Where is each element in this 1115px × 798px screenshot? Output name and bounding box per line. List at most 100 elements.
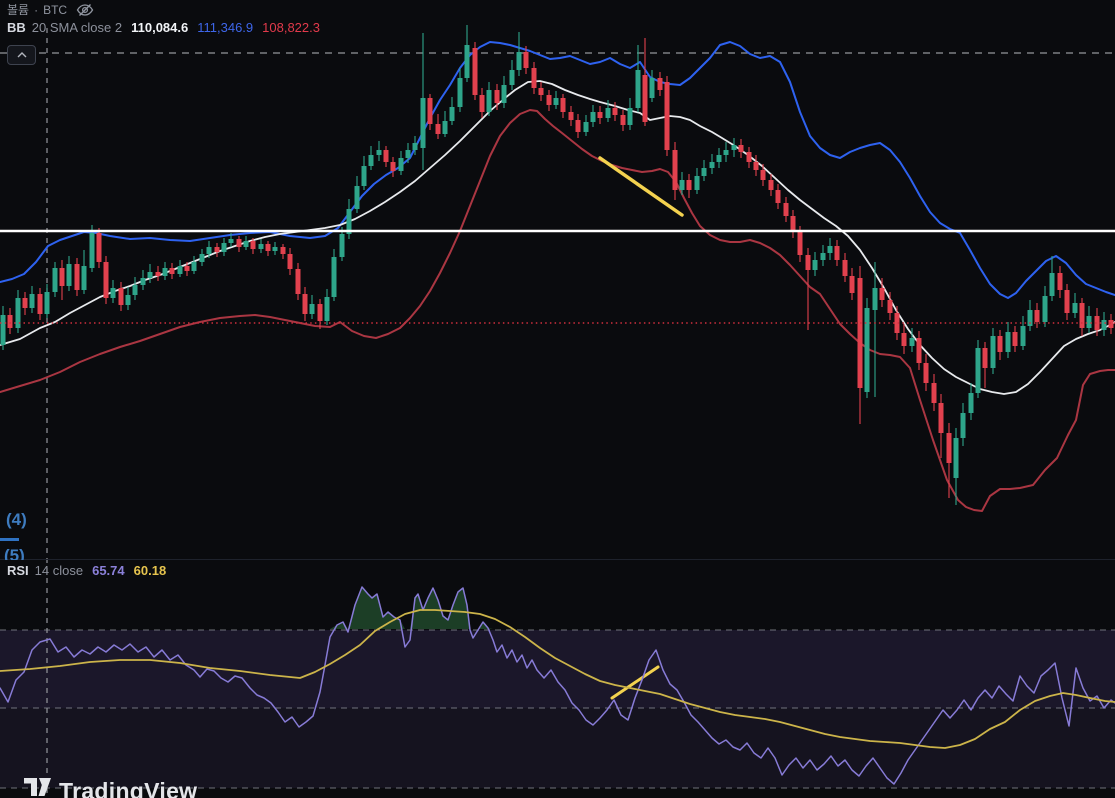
candle-body xyxy=(383,150,389,162)
candle-body xyxy=(494,90,500,103)
candle-body xyxy=(820,253,826,260)
candle-body xyxy=(738,145,744,152)
candle-body xyxy=(449,107,455,121)
candle-body xyxy=(783,203,789,216)
candle-body xyxy=(923,363,929,383)
candle-body xyxy=(221,243,227,252)
candle-body xyxy=(479,95,485,112)
candle-body xyxy=(29,294,35,308)
candle-body xyxy=(627,108,633,125)
candle-body xyxy=(842,260,848,276)
candle-body xyxy=(1049,273,1055,296)
candle-body xyxy=(287,254,293,269)
candle-body xyxy=(324,297,330,321)
candle-body xyxy=(672,150,678,190)
candle-body xyxy=(864,308,870,392)
candle-body xyxy=(412,143,418,150)
candle-body xyxy=(486,90,492,112)
candle-body xyxy=(879,288,885,300)
candle-body xyxy=(457,78,463,107)
candle-body xyxy=(442,121,448,134)
pane-divider xyxy=(0,559,1115,560)
trading-chart-app: 볼륨 · BTC BB 20 SMA close 2 110,084.6 111… xyxy=(0,0,1115,798)
candle-body xyxy=(849,276,855,293)
candle-body xyxy=(760,170,766,180)
chart-canvas[interactable] xyxy=(0,0,1115,798)
candle-body xyxy=(7,315,13,328)
candle-body xyxy=(472,48,478,95)
candle-body xyxy=(531,68,537,88)
candle-body xyxy=(509,70,515,85)
candle-body xyxy=(612,108,618,115)
candle-body xyxy=(960,413,966,438)
candle-body xyxy=(420,98,426,148)
candle-body xyxy=(938,403,944,433)
candle-body xyxy=(331,257,337,297)
candle-body xyxy=(59,268,65,286)
candle-body xyxy=(827,246,833,253)
candle-body xyxy=(523,52,529,68)
candle-body xyxy=(376,150,382,155)
candle-body xyxy=(753,162,759,170)
candle-body xyxy=(155,272,161,276)
candle-body xyxy=(184,266,190,271)
candle-body xyxy=(302,294,308,314)
candle-body xyxy=(775,190,781,203)
rsi-overbought-fill xyxy=(0,587,1115,629)
candle-body xyxy=(258,244,264,249)
candlesticks xyxy=(0,25,1114,505)
candle-body xyxy=(110,288,116,298)
candle-body xyxy=(339,234,345,257)
candle-body xyxy=(1034,310,1040,322)
candle-body xyxy=(1072,303,1078,313)
candle-body xyxy=(243,241,249,247)
candle-body xyxy=(368,155,374,166)
candle-body xyxy=(96,233,102,262)
candle-body xyxy=(272,247,278,251)
candle-body xyxy=(553,98,559,105)
candle-body xyxy=(147,272,153,278)
candle-body xyxy=(968,393,974,413)
candle-body xyxy=(140,278,146,285)
candle-body xyxy=(746,152,752,162)
candle-body xyxy=(118,288,124,305)
candle-body xyxy=(597,112,603,118)
candle-body xyxy=(37,294,43,314)
candle-body xyxy=(990,336,996,368)
eye-off-icon[interactable] xyxy=(76,3,94,17)
candle-body xyxy=(265,244,271,251)
candle-body xyxy=(590,112,596,122)
candle-body xyxy=(81,266,87,290)
chevron-up-icon xyxy=(17,52,26,58)
candle-body xyxy=(575,120,581,132)
tradingview-logo[interactable]: TradingView xyxy=(24,778,197,798)
candle-body xyxy=(398,158,404,171)
candle-body xyxy=(169,268,175,274)
collapse-pane-button[interactable] xyxy=(7,45,36,65)
candle-body xyxy=(723,150,729,155)
candle-body xyxy=(309,304,315,314)
candle-body xyxy=(295,269,301,294)
candle-body xyxy=(74,264,80,290)
candle-body xyxy=(177,266,183,274)
candle-body xyxy=(916,338,922,363)
bb-basis-line xyxy=(0,80,1115,395)
candle-body xyxy=(887,300,893,313)
candle-body xyxy=(405,150,411,158)
candle-body xyxy=(464,45,470,78)
candle-body xyxy=(805,255,811,270)
candle-body xyxy=(206,247,212,254)
candle-body xyxy=(1012,332,1018,346)
candle-body xyxy=(435,124,441,134)
candle-body xyxy=(812,260,818,270)
candle-body xyxy=(103,262,109,298)
candle-body xyxy=(1086,316,1092,328)
candle-body xyxy=(901,333,907,346)
candle-body xyxy=(1108,320,1114,328)
candle-body xyxy=(317,304,323,321)
candle-body xyxy=(560,98,566,112)
candle-body xyxy=(162,268,168,276)
candle-body xyxy=(236,239,242,247)
candle-body xyxy=(538,88,544,95)
candle-body xyxy=(797,232,803,255)
